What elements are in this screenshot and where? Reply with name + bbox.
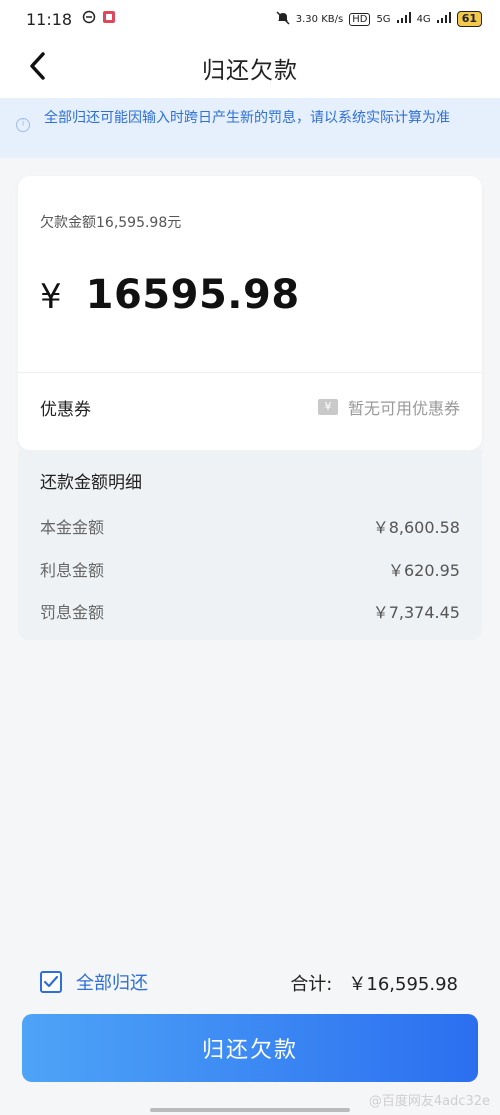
detail-title: 还款金额明细	[40, 473, 142, 493]
home-indicator[interactable]	[150, 1108, 350, 1112]
total-amount: 合计: ￥16,595.98	[290, 970, 458, 996]
detail-row-label: 利息金额	[40, 561, 105, 580]
detail-row-interest: 利息金额 ￥620.95	[40, 557, 460, 581]
status-right-icons: 3.30 KB/s HD 5G 4G 61	[276, 10, 482, 28]
page-title: 归还欠款	[202, 58, 298, 84]
checkbox-checked-icon[interactable]	[40, 971, 62, 993]
back-button[interactable]	[20, 50, 56, 86]
hd-badge: HD	[349, 12, 371, 26]
signal-5g-icon	[396, 12, 411, 26]
detail-row-value: ￥620.95	[388, 561, 460, 580]
detail-row-value: ￥7,374.45	[372, 603, 460, 622]
detail-row-value: ￥8,600.58	[372, 518, 460, 537]
watermark: @百度网友4adc32e	[368, 1094, 490, 1109]
chevron-left-icon	[28, 51, 48, 85]
repay-button[interactable]: 归还欠款	[22, 1014, 478, 1082]
repayment-card: 欠款金额16,595.98元 ¥ 16595.98 优惠券 ¥ 暂无可用优惠券	[18, 176, 482, 450]
coupon-label: 优惠券	[40, 399, 91, 420]
notice-text: 全部归还可能因输入时跨日产生新的罚息，请以系统实际计算为准	[44, 110, 450, 126]
debt-amount-label: 欠款金额16,595.98元	[40, 215, 182, 231]
detail-row-label: 本金金额	[40, 518, 105, 537]
status-bar: 11:18 3.30 KB/s HD 5G 4G 61	[0, 0, 500, 38]
coupon-status: ¥ 暂无可用优惠券	[317, 395, 460, 419]
total-label: 合计:	[290, 974, 333, 995]
status-time: 11:18	[26, 9, 73, 29]
amount-display: ¥ 16595.98	[40, 272, 300, 318]
repay-amount: 16595.98	[85, 272, 300, 318]
detail-row-principal: 本金金额 ￥8,600.58	[40, 514, 460, 538]
sync-icon	[82, 10, 96, 28]
signal-4g-label: 4G	[416, 13, 431, 25]
total-value: ￥16,595.98	[348, 974, 458, 995]
coupon-row[interactable]: 优惠券 ¥ 暂无可用优惠券	[40, 372, 460, 442]
repayment-detail: 还款金额明细 本金金额 ￥8,600.58 利息金额 ￥620.95 罚息金额 …	[18, 450, 482, 640]
info-icon: i	[16, 118, 30, 132]
signal-4g-icon	[436, 12, 451, 26]
net-speed: 3.30 KB/s	[295, 13, 344, 25]
detail-row-label: 罚息金额	[40, 603, 105, 622]
repay-all-label[interactable]: 全部归还	[76, 969, 148, 995]
coupon-icon: ¥	[317, 399, 338, 415]
notice-banner: i 全部归还可能因输入时跨日产生新的罚息，请以系统实际计算为准	[0, 98, 500, 158]
app-notification-icon	[102, 10, 116, 28]
repay-all-checkbox[interactable]: 全部归还	[40, 969, 148, 995]
battery-icon: 61	[456, 11, 482, 27]
status-left-icons	[82, 10, 116, 28]
coupon-value: 暂无可用优惠券	[347, 399, 460, 418]
mute-icon	[276, 10, 290, 28]
page-header: 归还欠款	[0, 38, 500, 98]
currency-symbol: ¥	[40, 277, 62, 317]
signal-5g-label: 5G	[376, 13, 391, 25]
detail-row-penalty: 罚息金额 ￥7,374.45	[40, 599, 460, 623]
